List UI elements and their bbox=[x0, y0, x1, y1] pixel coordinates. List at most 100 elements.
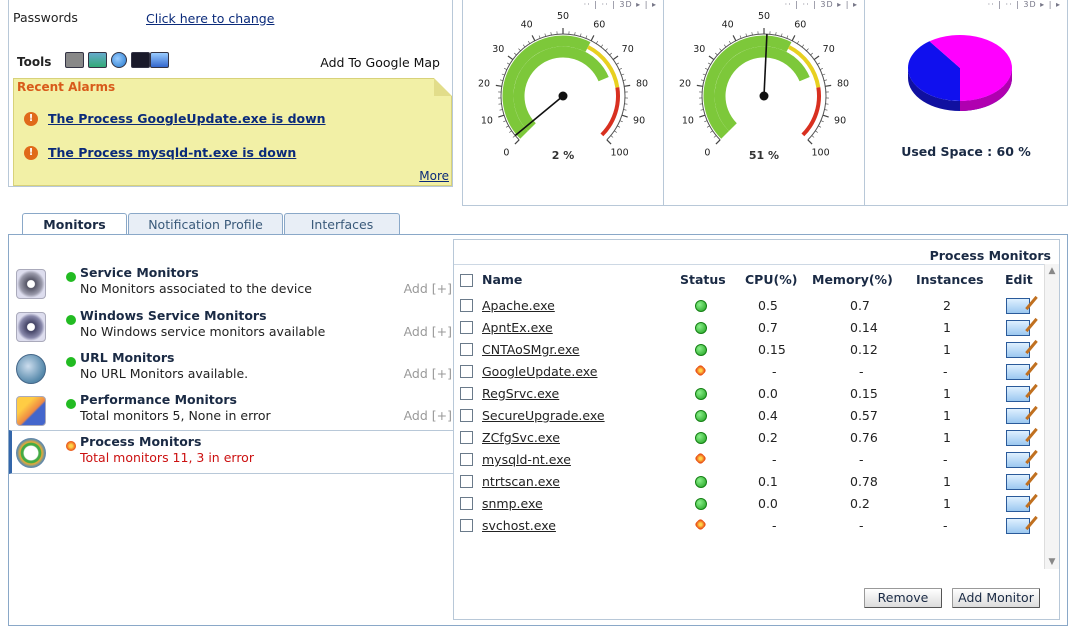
alarm-link[interactable]: The Process GoogleUpdate.exe is down bbox=[48, 111, 326, 126]
memory-gauge-tick bbox=[813, 55, 820, 61]
edit-icon[interactable] bbox=[1006, 474, 1030, 490]
memory-gauge-tick bbox=[728, 40, 732, 44]
status-down-icon bbox=[694, 364, 707, 377]
memory-value: 0.7 bbox=[850, 298, 870, 313]
browser-tool-icon[interactable] bbox=[111, 52, 127, 68]
process-name-link[interactable]: ZCfgSvc.exe bbox=[482, 430, 560, 445]
ping-tool-icon[interactable] bbox=[65, 52, 84, 68]
disk-chart-cell: ·· | ·· | 3D ▸ | ▸ Used Space : 60 % bbox=[865, 0, 1067, 205]
row-checkbox[interactable] bbox=[460, 475, 473, 488]
monitor-category-name[interactable]: Service Monitors bbox=[80, 265, 199, 280]
scroll-down-icon[interactable]: ▼ bbox=[1045, 555, 1059, 569]
cpu-value: 0.0 bbox=[758, 386, 778, 401]
snmp-tool-icon[interactable] bbox=[88, 52, 107, 68]
row-checkbox[interactable] bbox=[460, 387, 473, 400]
remote-desktop-tool-icon[interactable] bbox=[150, 52, 169, 68]
cpu-gauge-tick bbox=[590, 35, 595, 42]
process-name-link[interactable]: GoogleUpdate.exe bbox=[482, 364, 598, 379]
row-checkbox[interactable] bbox=[460, 453, 473, 466]
remove-button[interactable]: Remove bbox=[864, 588, 942, 608]
row-checkbox[interactable] bbox=[460, 321, 473, 334]
row-checkbox[interactable] bbox=[460, 431, 473, 444]
instances-value: 2 bbox=[943, 298, 951, 313]
cpu-gauge-tick-label: 60 bbox=[593, 20, 605, 31]
terminal-tool-icon[interactable] bbox=[131, 52, 150, 68]
monitor-category-url[interactable]: URL Monitors No URL Monitors available. … bbox=[9, 347, 454, 389]
add-service-monitor-button[interactable]: Add [+] bbox=[404, 281, 452, 296]
process-name-link[interactable]: Apache.exe bbox=[482, 298, 555, 313]
row-checkbox[interactable] bbox=[460, 365, 473, 378]
select-all-checkbox[interactable] bbox=[460, 274, 473, 287]
memory-value: 0.76 bbox=[850, 430, 878, 445]
process-name-link[interactable]: ApntEx.exe bbox=[482, 320, 553, 335]
memory-value: 0.78 bbox=[850, 474, 878, 489]
tab-monitors[interactable]: Monitors bbox=[22, 213, 127, 236]
tab-notification-profile[interactable]: Notification Profile bbox=[128, 213, 283, 235]
process-name-link[interactable]: SecureUpgrade.exe bbox=[482, 408, 605, 423]
row-checkbox[interactable] bbox=[460, 497, 473, 510]
monitor-category-windows-service[interactable]: Windows Service Monitors No Windows serv… bbox=[9, 305, 454, 347]
column-header-status: Status bbox=[680, 272, 726, 287]
monitor-category-desc: No Windows service monitors available bbox=[80, 324, 326, 339]
performance-gauges-panel: ·· | ·· | 3D ▸ | ▸ 0 10 20 30 40 50 60 70 80 90 10… bbox=[462, 0, 1068, 206]
memory-gauge-tick bbox=[815, 130, 818, 133]
tab-interfaces[interactable]: Interfaces bbox=[284, 213, 400, 235]
edit-icon[interactable] bbox=[1006, 386, 1030, 402]
monitor-category-name[interactable]: Process Monitors bbox=[80, 434, 201, 449]
monitor-category-service[interactable]: Service Monitors No Monitors associated … bbox=[9, 262, 454, 304]
row-checkbox[interactable] bbox=[460, 409, 473, 422]
memory-gauge-tick bbox=[732, 35, 737, 42]
add-url-monitor-button[interactable]: Add [+] bbox=[404, 366, 452, 381]
more-alarms-link[interactable]: More bbox=[419, 169, 449, 183]
memory-gauge-inner-arc bbox=[714, 46, 810, 131]
cpu-gauge-tick-label: 20 bbox=[478, 78, 490, 89]
monitor-category-process[interactable]: Process Monitors Total monitors 11, 3 in… bbox=[9, 430, 454, 474]
monitor-category-desc: No URL Monitors available. bbox=[80, 366, 249, 381]
memory-gauge-tick-label: 10 bbox=[682, 116, 694, 127]
edit-icon[interactable] bbox=[1006, 430, 1030, 446]
memory-gauge-tick bbox=[791, 35, 796, 42]
process-name-link[interactable]: RegSrvc.exe bbox=[482, 386, 559, 401]
add-performance-monitor-button[interactable]: Add [+] bbox=[404, 408, 452, 423]
edit-icon[interactable] bbox=[1006, 298, 1030, 314]
monitor-category-name[interactable]: URL Monitors bbox=[80, 350, 174, 365]
edit-icon[interactable] bbox=[1006, 496, 1030, 512]
status-up-icon bbox=[695, 498, 707, 510]
process-name-link[interactable]: svchost.exe bbox=[482, 518, 556, 533]
memory-gauge-tick bbox=[801, 44, 805, 48]
row-checkbox[interactable] bbox=[460, 299, 473, 312]
monitor-category-name[interactable]: Performance Monitors bbox=[80, 392, 237, 407]
edit-icon[interactable] bbox=[1006, 320, 1030, 336]
row-checkbox[interactable] bbox=[460, 519, 473, 532]
edit-icon[interactable] bbox=[1006, 452, 1030, 468]
windows-gear-icon bbox=[16, 312, 46, 342]
edit-icon[interactable] bbox=[1006, 408, 1030, 424]
column-header-memory: Memory(%) bbox=[812, 272, 893, 287]
process-name-link[interactable]: snmp.exe bbox=[482, 496, 543, 511]
edit-icon[interactable] bbox=[1006, 364, 1030, 380]
instances-value: 1 bbox=[943, 474, 951, 489]
process-name-link[interactable]: mysqld-nt.exe bbox=[482, 452, 571, 467]
process-monitors-panel: Process Monitors Name Status CPU(%) Memo… bbox=[453, 239, 1060, 620]
process-name-link[interactable]: CNTAoSMgr.exe bbox=[482, 342, 580, 357]
recent-alarms-title: Recent Alarms bbox=[17, 80, 116, 94]
add-monitor-button[interactable]: Add Monitor bbox=[952, 588, 1040, 608]
memory-gauge-tick-label: 20 bbox=[679, 78, 691, 89]
edit-icon[interactable] bbox=[1006, 342, 1030, 358]
edit-icon[interactable] bbox=[1006, 518, 1030, 534]
table-scrollbar[interactable]: ▲ ▼ bbox=[1044, 264, 1059, 569]
column-header-cpu: CPU(%) bbox=[745, 272, 798, 287]
process-name-link[interactable]: ntrtscan.exe bbox=[482, 474, 560, 489]
instances-value: - bbox=[943, 364, 948, 379]
cpu-gauge-tick bbox=[505, 125, 509, 128]
cpu-gauge-tick bbox=[498, 114, 505, 118]
monitor-category-performance[interactable]: Performance Monitors Total monitors 5, N… bbox=[9, 389, 454, 431]
scroll-up-icon[interactable]: ▲ bbox=[1045, 264, 1059, 278]
row-checkbox[interactable] bbox=[460, 343, 473, 356]
alarm-link[interactable]: The Process mysqld-nt.exe is down bbox=[48, 145, 296, 160]
add-windows-service-monitor-button[interactable]: Add [+] bbox=[404, 324, 452, 339]
memory-gauge-tick bbox=[807, 139, 813, 145]
add-to-google-map-link[interactable]: Add To Google Map bbox=[320, 55, 440, 70]
monitor-category-name[interactable]: Windows Service Monitors bbox=[80, 308, 267, 323]
change-password-link[interactable]: Click here to change bbox=[146, 11, 274, 26]
